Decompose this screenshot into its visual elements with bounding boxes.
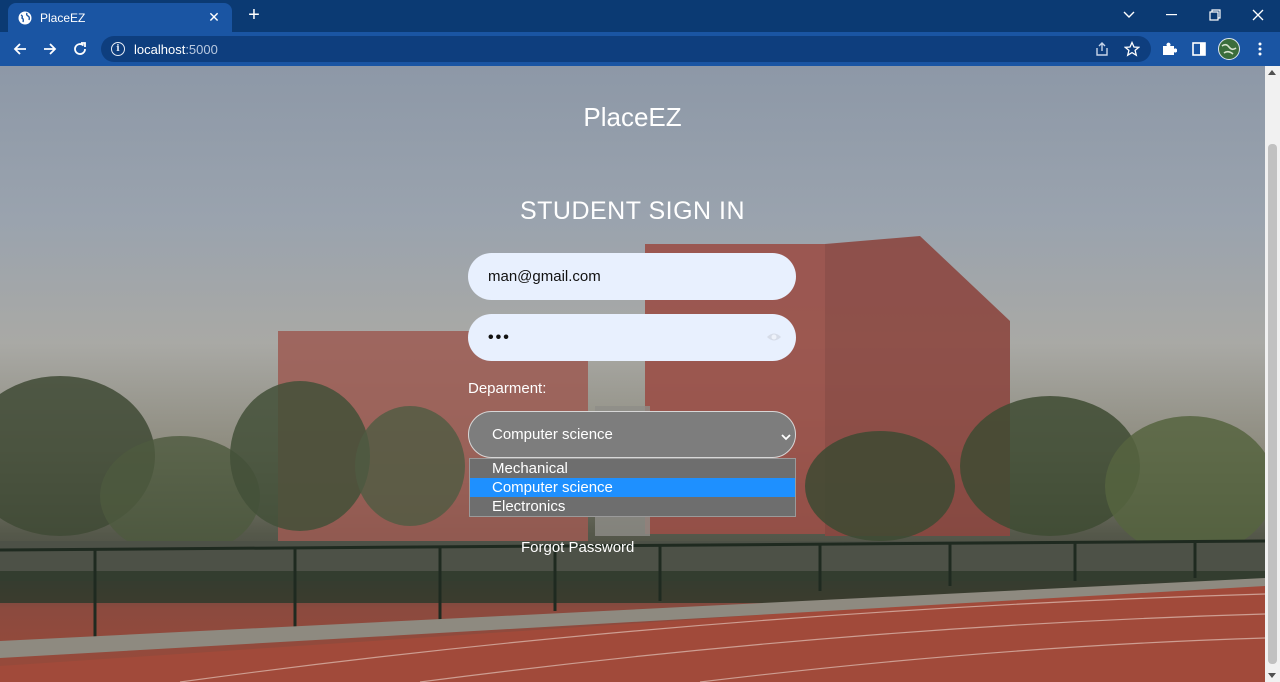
forgot-password-link[interactable]: Forgot Password (521, 539, 634, 556)
department-dropdown: Mechanical Computer science Electronics (469, 458, 796, 517)
department-option-computer-science[interactable]: Computer science (470, 478, 795, 497)
avatar[interactable] (1217, 37, 1241, 61)
password-value: ••• (488, 328, 511, 346)
arrow-right-icon[interactable] (38, 37, 62, 61)
close-window-button[interactable] (1237, 0, 1279, 30)
arrow-left-icon[interactable] (8, 37, 32, 61)
kebab-menu-icon[interactable] (1248, 37, 1272, 61)
browser-tab-bar: PlaceEZ ✕ + (0, 0, 1280, 32)
brand-title: PlaceEZ (583, 102, 682, 132)
browser-toolbar: i localhost :5000 (0, 32, 1280, 66)
puzzle-icon[interactable] (1157, 37, 1181, 61)
department-option-electronics[interactable]: Electronics (470, 497, 795, 516)
email-value: man@gmail.com (488, 268, 601, 285)
page-viewport: PlaceEZ STUDENT SIGN IN man@gmail.com ••… (0, 66, 1265, 682)
globe-icon (18, 11, 32, 25)
url-host: localhost (134, 41, 186, 57)
side-panel-icon[interactable] (1187, 37, 1211, 61)
scroll-down-icon[interactable] (1268, 673, 1276, 678)
password-field[interactable]: ••• (468, 314, 796, 361)
star-icon[interactable] (1120, 37, 1144, 61)
department-select[interactable]: Computer science (468, 411, 796, 458)
department-label: Deparment: (468, 380, 547, 397)
tab-search-icon[interactable] (1108, 0, 1150, 30)
minimize-button[interactable] (1151, 0, 1193, 30)
new-tab-button[interactable]: + (243, 5, 265, 27)
restore-button[interactable] (1194, 0, 1236, 30)
scroll-up-icon[interactable] (1268, 70, 1276, 75)
browser-tab[interactable]: PlaceEZ ✕ (8, 3, 232, 32)
department-option-mechanical[interactable]: Mechanical (470, 459, 795, 478)
tab-title: PlaceEZ (40, 10, 86, 25)
eye-icon[interactable] (766, 330, 782, 342)
background-campus-image (0, 236, 1265, 682)
address-bar[interactable]: i localhost :5000 (101, 36, 1151, 62)
close-tab-icon[interactable]: ✕ (206, 9, 222, 26)
page-scrollbar[interactable] (1265, 66, 1280, 682)
info-icon[interactable]: i (111, 42, 125, 56)
scrollbar-thumb[interactable] (1268, 144, 1277, 664)
department-selected-value: Computer science (492, 426, 613, 443)
url-port: :5000 (185, 41, 218, 57)
reload-icon[interactable] (68, 37, 92, 61)
email-field[interactable]: man@gmail.com (468, 253, 796, 300)
chevron-down-icon (781, 429, 791, 441)
page-title: STUDENT SIGN IN (519, 197, 746, 225)
share-icon[interactable] (1090, 37, 1114, 61)
